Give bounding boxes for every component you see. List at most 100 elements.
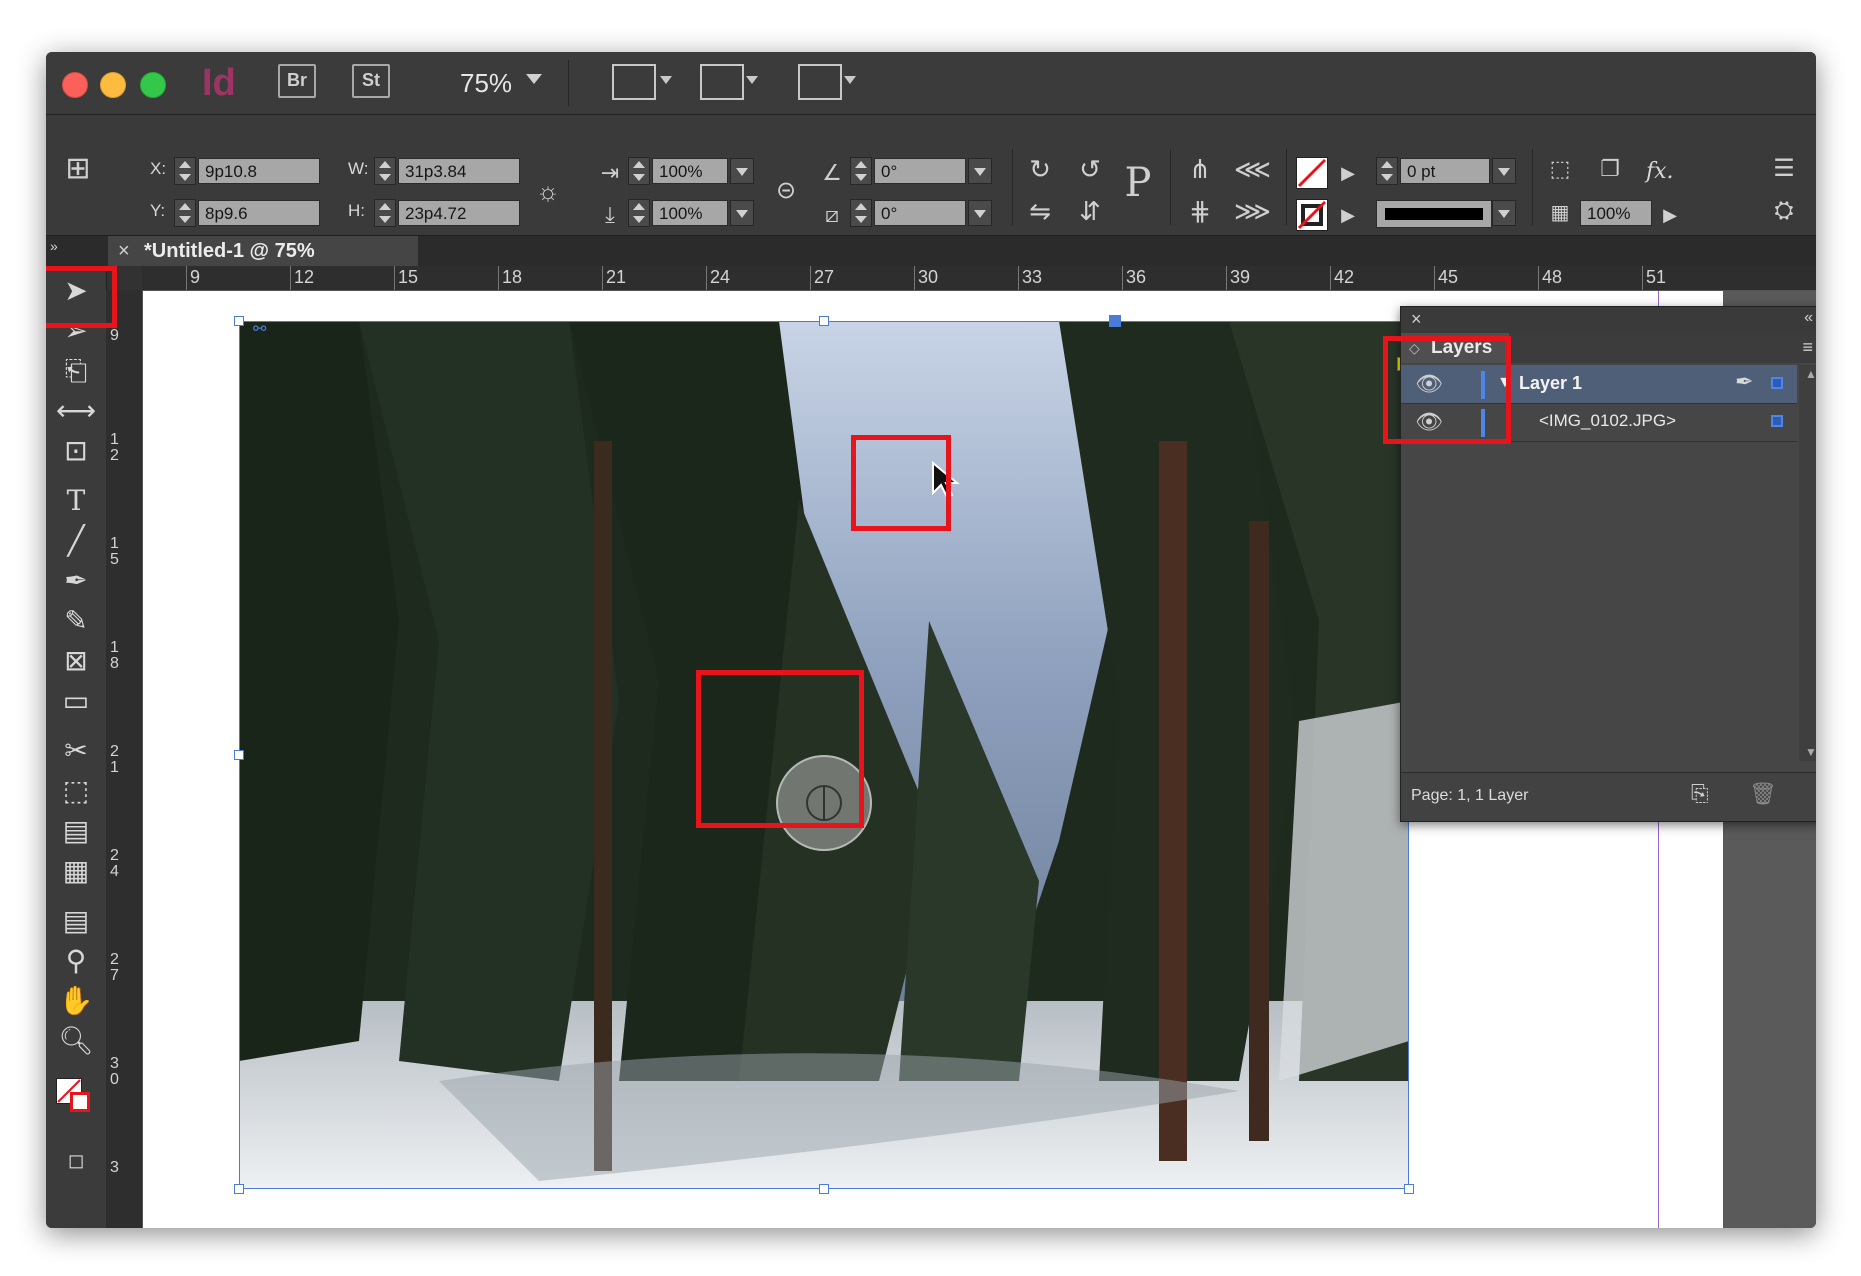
opacity-field[interactable]: 100% <box>1580 200 1652 226</box>
select-previous-object-icon[interactable]: ⋘ <box>1234 153 1271 185</box>
y-stepper[interactable] <box>174 199 196 227</box>
h-stepper[interactable] <box>374 199 396 227</box>
screen-mode-icon[interactable] <box>700 64 744 100</box>
screen-mode-dropdown-icon[interactable] <box>746 76 758 84</box>
default-stroke-swatch[interactable] <box>70 1092 90 1112</box>
handle-top-left[interactable] <box>234 316 244 326</box>
gradient-feather-tool-icon[interactable]: ▦ <box>54 854 98 888</box>
handle-bottom-center[interactable] <box>819 1184 829 1194</box>
stroke-type-field[interactable] <box>1376 200 1492 228</box>
zoom-level[interactable]: 75% <box>460 68 512 99</box>
rectangle-frame-tool-icon[interactable]: ⊠ <box>54 644 98 678</box>
x-stepper[interactable] <box>174 157 196 185</box>
w-stepper[interactable] <box>374 157 396 185</box>
handle-top-center[interactable] <box>819 316 829 326</box>
rotate-dropdown[interactable] <box>968 158 992 184</box>
effects-icon[interactable]: fx. <box>1646 159 1674 184</box>
handle-bottom-left[interactable] <box>234 1184 244 1194</box>
fill-swatch[interactable] <box>1296 157 1328 189</box>
layer-selection-indicator[interactable] <box>1771 377 1783 389</box>
line-tool-icon[interactable]: ╱ <box>54 524 98 558</box>
close-window-button[interactable] <box>62 72 88 98</box>
quick-apply-icon[interactable]: ⛭ <box>1766 195 1802 227</box>
zoom-window-button[interactable] <box>140 72 166 98</box>
view-options-icon[interactable] <box>612 64 656 100</box>
flip-vertical-icon[interactable]: ⇵ <box>1072 195 1108 227</box>
bridge-button[interactable]: Br <box>278 64 316 98</box>
shear-field[interactable]: 0° <box>874 200 966 226</box>
arrange-documents-icon[interactable] <box>798 64 842 100</box>
opacity-menu-icon[interactable]: ▶ <box>1652 199 1688 231</box>
stroke-swatch[interactable] <box>1296 199 1328 231</box>
panel-menu-icon[interactable]: ≡ <box>1802 337 1813 358</box>
stroke-type-dropdown[interactable] <box>1492 200 1516 226</box>
stroke-weight-dropdown[interactable] <box>1492 158 1516 184</box>
rotate-counterclockwise-icon[interactable]: ↺ <box>1072 153 1108 185</box>
pen-tool-icon[interactable]: ✒ <box>54 564 98 598</box>
panel-menu-icon[interactable]: ☰ <box>1766 153 1802 185</box>
frame-edge-handle[interactable] <box>1109 315 1121 327</box>
page-tool-icon[interactable]: ⎗ <box>54 354 98 388</box>
select-container-icon[interactable]: ⋔ <box>1182 153 1218 185</box>
reference-point-icon[interactable]: ⊞ <box>60 153 96 185</box>
scale-y-stepper[interactable] <box>628 199 650 227</box>
normal-view-icon[interactable]: ◻ <box>54 1144 98 1178</box>
arrange-documents-dropdown-icon[interactable] <box>844 76 856 84</box>
shear-stepper[interactable] <box>850 199 872 227</box>
scale-x-field[interactable]: 100% <box>652 158 728 184</box>
handle-bottom-right[interactable] <box>1404 1184 1414 1194</box>
select-content-icon[interactable]: ⋕ <box>1182 195 1218 227</box>
h-field[interactable]: 23p4.72 <box>398 200 520 226</box>
note-tool-icon[interactable]: ▤ <box>54 904 98 938</box>
rotate-field[interactable]: 0° <box>874 158 966 184</box>
minimize-window-button[interactable] <box>100 72 126 98</box>
stroke-weight-field[interactable]: 0 pt <box>1400 158 1490 184</box>
stock-button[interactable]: St <box>352 64 390 98</box>
gap-tool-icon[interactable]: ⟷ <box>54 394 98 428</box>
scroll-down-icon[interactable]: ▼ <box>1805 745 1816 759</box>
handle-middle-left[interactable] <box>234 750 244 760</box>
new-layer-icon[interactable]: ⎘ <box>1691 781 1709 807</box>
scale-y-field[interactable]: 100% <box>652 200 728 226</box>
close-panel-button[interactable]: × <box>1411 309 1422 330</box>
document-tab[interactable]: × *Untitled-1 @ 75% <box>108 236 418 266</box>
pencil-tool-icon[interactable]: ✎ <box>54 604 98 638</box>
link-scale-icon[interactable]: ⊝ <box>768 175 804 207</box>
scale-x-dropdown[interactable] <box>730 158 754 184</box>
view-options-dropdown-icon[interactable] <box>660 76 672 84</box>
hand-tool-icon[interactable]: ✋ <box>54 984 98 1018</box>
close-tab-button[interactable]: × <box>118 236 130 266</box>
rectangle-tool-icon[interactable]: ▭ <box>54 684 98 718</box>
scissors-tool-icon[interactable]: ✂ <box>54 734 98 768</box>
rotate-clockwise-icon[interactable]: ↻ <box>1022 153 1058 185</box>
item-selection-indicator[interactable] <box>1771 415 1783 427</box>
content-collector-icon[interactable]: ⊡ <box>54 434 98 468</box>
link-icon[interactable]: ⚯ <box>253 319 266 339</box>
fill-menu-icon[interactable]: ▶ <box>1330 157 1366 189</box>
constrain-proportions-icon[interactable]: ☼ <box>530 175 566 207</box>
type-tool-icon[interactable]: T <box>54 484 98 518</box>
collapse-panel-icon[interactable]: « <box>1804 309 1813 327</box>
select-next-object-icon[interactable]: ⋙ <box>1234 195 1271 227</box>
x-field[interactable]: 9p10.8 <box>198 158 320 184</box>
collapse-toolbar-icon[interactable]: » <box>50 238 58 254</box>
scroll-up-icon[interactable]: ▲ <box>1805 367 1816 381</box>
panel-scrollbar[interactable]: ▲ ▼ <box>1799 365 1816 761</box>
gradient-swatch-tool-icon[interactable]: ▤ <box>54 814 98 848</box>
free-transform-tool-icon[interactable]: ⬚ <box>54 774 98 808</box>
stroke-weight-stepper[interactable] <box>1376 157 1398 185</box>
w-field[interactable]: 31p3.84 <box>398 158 520 184</box>
eyedropper-tool-icon[interactable]: ⚲ <box>54 944 98 978</box>
flip-horizontal-icon[interactable]: ⇋ <box>1022 195 1058 227</box>
delete-layer-icon[interactable]: 🗑︎ <box>1749 781 1777 807</box>
rotate-stepper[interactable] <box>850 157 872 185</box>
scale-y-dropdown[interactable] <box>730 200 754 226</box>
drop-shadow-icon[interactable]: ❐ <box>1592 153 1628 185</box>
y-field[interactable]: 8p9.6 <box>198 200 320 226</box>
scale-x-stepper[interactable] <box>628 157 650 185</box>
stroke-menu-icon[interactable]: ▶ <box>1330 199 1366 231</box>
zoom-tool-icon[interactable]: 🔍︎ <box>54 1024 98 1058</box>
corner-options-icon[interactable]: ⬚ <box>1542 153 1578 185</box>
shear-dropdown[interactable] <box>968 200 992 226</box>
zoom-dropdown-icon[interactable] <box>526 74 542 84</box>
